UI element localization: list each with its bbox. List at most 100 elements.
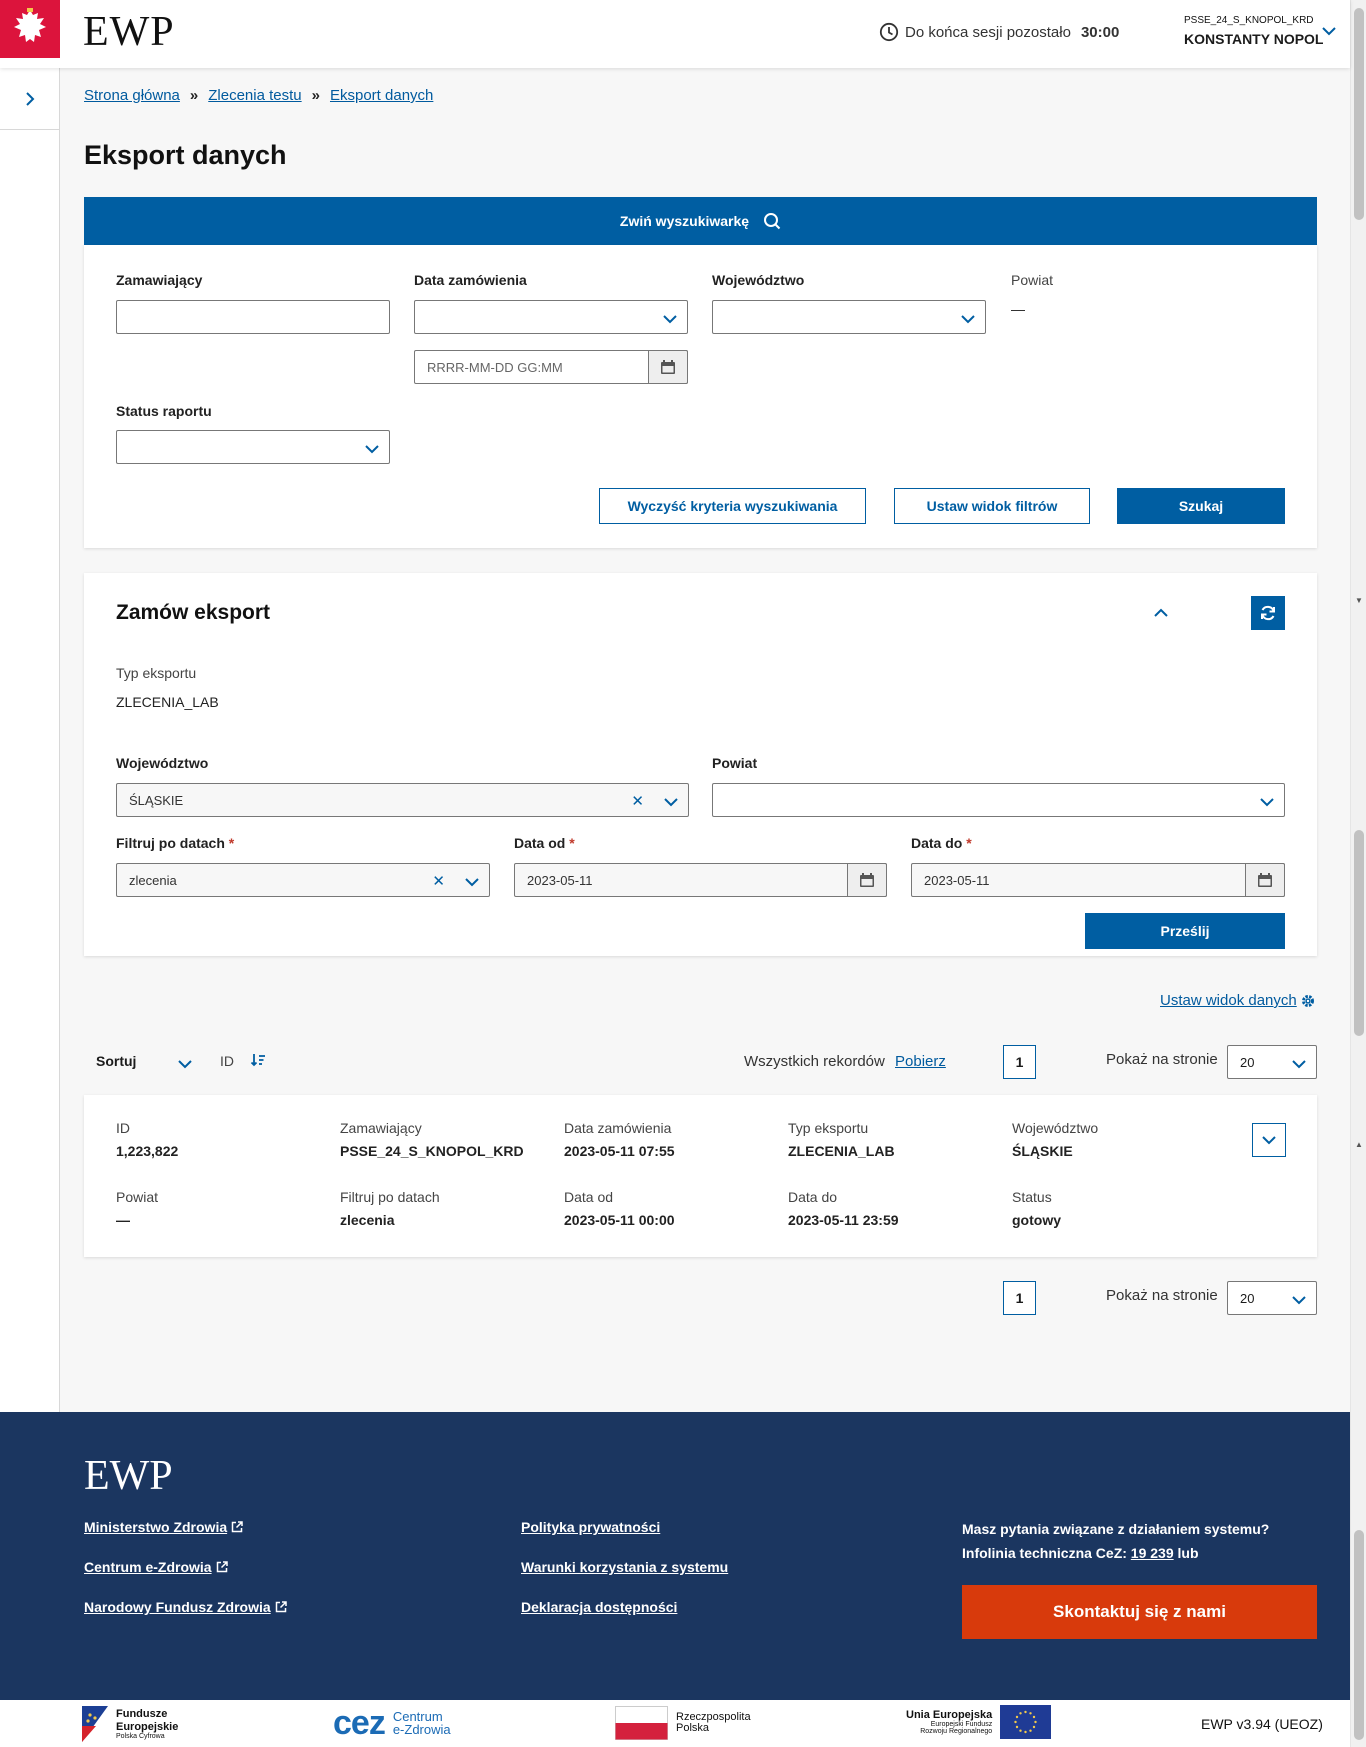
sort-icon[interactable] xyxy=(250,1052,266,1071)
filter-dates-label: Filtruj po datach * xyxy=(116,835,234,851)
hotline-suffix: lub xyxy=(1177,1545,1199,1561)
chevron-down-icon xyxy=(365,441,379,457)
breadcrumb-separator: » xyxy=(189,87,199,104)
sort-label: Sortuj xyxy=(96,1053,137,1069)
record-powiat: — xyxy=(116,1212,130,1228)
link-centrum-e-zdrowia[interactable]: Centrum e-Zdrowia xyxy=(84,1559,228,1575)
eu-sub-2: Rozwoju Regionalnego xyxy=(920,1728,993,1736)
rp-line-2: Polska xyxy=(676,1722,710,1734)
record-zam: PSSE_24_S_KNOPOL_KRD xyxy=(340,1143,524,1159)
chevron-down-icon[interactable] xyxy=(1322,23,1336,39)
session-timer: Do końca sesji pozostało 30:00 xyxy=(879,22,1119,42)
calendar-icon[interactable] xyxy=(847,863,887,897)
link-label: Ministerstwo Zdrowia xyxy=(84,1519,228,1535)
footer: EWP Ministerstwo Zdrowia Centrum e-Zdrow… xyxy=(0,1412,1350,1700)
wojewodztwo-select[interactable] xyxy=(712,300,986,334)
export-type-value: ZLECENIA_LAB xyxy=(116,694,219,710)
record-to: 2023-05-11 23:59 xyxy=(788,1212,899,1228)
cez-logo: cez Centrum e-Zdrowia xyxy=(333,1704,451,1742)
cez-mark: cez xyxy=(333,1704,386,1742)
breadcrumb-orders[interactable]: Zlecenia testu xyxy=(208,87,301,104)
calendar-icon[interactable] xyxy=(1245,863,1285,897)
filter-view-button[interactable]: Ustaw widok filtrów xyxy=(894,488,1090,524)
submit-export-button[interactable]: Prześlij xyxy=(1085,913,1285,949)
date-to-label-text: Data do xyxy=(911,835,963,851)
page-number[interactable]: 1 xyxy=(1003,1045,1036,1079)
record-from: 2023-05-11 00:00 xyxy=(564,1212,675,1228)
cez-line-2: e-Zdrowia xyxy=(392,1722,451,1737)
results-toolbar: Sortuj ID Wszystkich rekordów Pobierz 1 … xyxy=(84,1043,1317,1083)
record-filter-label: Filtruj po datach xyxy=(340,1189,440,1205)
user-menu[interactable]: PSSE_24_S_KNOPOL_KRD KONSTANTY NOPOL xyxy=(1184,15,1324,48)
search-toggle-label: Zwiń wyszukiwarkę xyxy=(619,213,750,229)
breadcrumb-export[interactable]: Eksport danych xyxy=(330,87,433,104)
date-from-input[interactable]: 2023-05-11 xyxy=(514,863,887,897)
chevron-down-icon xyxy=(1262,1136,1276,1145)
date-to-value: 2023-05-11 xyxy=(924,873,990,888)
breadcrumb-home[interactable]: Strona główna xyxy=(84,87,180,104)
data-zamowienia-date-input[interactable]: RRRR-MM-DD GG:MM xyxy=(414,350,688,384)
record-to-label: Data do xyxy=(788,1189,838,1205)
export-wojewodztwo-select[interactable]: ŚLĄSKIE ✕ xyxy=(116,783,689,817)
link-ministerstwo-zdrowia[interactable]: Ministerstwo Zdrowia xyxy=(84,1519,243,1535)
status-raportu-select[interactable] xyxy=(116,430,390,464)
zamawiajacy-input[interactable] xyxy=(116,300,390,334)
search-button[interactable]: Szukaj xyxy=(1117,488,1285,524)
eu-title: Unia Europejska xyxy=(906,1708,993,1721)
download-link[interactable]: Pobierz xyxy=(895,1053,946,1070)
data-zamowienia-select[interactable] xyxy=(414,300,688,334)
scrollbar-thumb[interactable] xyxy=(1354,830,1364,1036)
refresh-button[interactable] xyxy=(1251,596,1285,630)
link-privacy-policy[interactable]: Polityka prywatności xyxy=(521,1519,660,1535)
session-time: 30:00 xyxy=(1080,23,1120,41)
chevron-down-icon xyxy=(1292,1292,1306,1308)
fe-title-2: Europejskie xyxy=(116,1720,179,1733)
scrollbar-thumb[interactable] xyxy=(1354,8,1364,220)
fundusze-europejskie-logo: Fundusze Europejskie Polska Cyfrowa xyxy=(82,1706,178,1742)
close-icon[interactable]: ✕ xyxy=(631,792,644,810)
calendar-icon[interactable] xyxy=(648,350,688,384)
page-scrollbar[interactable]: ▼ ▲ xyxy=(1350,0,1366,1747)
search-toggle-bar[interactable]: Zwiń wyszukiwarkę xyxy=(84,197,1317,245)
expand-record-button[interactable] xyxy=(1252,1123,1286,1157)
breadcrumb-separator: » xyxy=(311,87,320,104)
expand-menu-button[interactable] xyxy=(0,68,59,130)
per-page-select-bottom[interactable]: 20 xyxy=(1227,1281,1317,1315)
link-accessibility[interactable]: Deklaracja dostępności xyxy=(521,1599,677,1615)
filter-dates-label-text: Filtruj po datach xyxy=(116,835,225,851)
support-question: Masz pytania związane z działaniem syste… xyxy=(962,1521,1270,1537)
clear-criteria-button[interactable]: Wyczyść kryteria wyszukiwania xyxy=(599,488,866,524)
search-icon xyxy=(764,213,781,230)
hotline-number[interactable]: 19 239 xyxy=(1131,1545,1174,1561)
date-to-input[interactable]: 2023-05-11 xyxy=(911,863,1285,897)
contact-us-button[interactable]: Skontaktuj się z nami xyxy=(962,1585,1317,1639)
set-data-view-link[interactable]: Ustaw widok danych xyxy=(1160,992,1315,1009)
polish-eagle-emblem xyxy=(0,0,60,58)
footer-logo: EWP xyxy=(84,1453,173,1499)
link-terms[interactable]: Warunki korzystania z systemu xyxy=(521,1559,728,1575)
close-icon[interactable]: ✕ xyxy=(432,872,445,890)
gear-icon xyxy=(1301,994,1314,1007)
chevron-up-icon[interactable] xyxy=(1154,605,1168,621)
app-logo[interactable]: EWP xyxy=(83,8,175,56)
record-woj: ŚLĄSKIE xyxy=(1012,1143,1073,1159)
order-export-panel: Zamów eksport Typ eksportu ZLECENIA_LAB … xyxy=(84,573,1317,956)
external-link-icon xyxy=(216,1561,228,1573)
polish-flag-icon xyxy=(615,1706,668,1740)
sort-dropdown-chevron-down-icon[interactable] xyxy=(178,1056,192,1072)
powiat-label: Powiat xyxy=(1011,272,1054,288)
status-raportu-label: Status raportu xyxy=(116,403,212,419)
scroll-down-arrow-icon[interactable]: ▼ xyxy=(1355,596,1363,605)
export-powiat-select[interactable] xyxy=(712,783,1285,817)
scroll-up-arrow-icon[interactable]: ▲ xyxy=(1355,1140,1363,1149)
link-label: Narodowy Fundusz Zdrowia xyxy=(84,1599,271,1615)
page-number-bottom[interactable]: 1 xyxy=(1003,1281,1036,1315)
fe-sub: Polska Cyfrowa xyxy=(116,1732,165,1740)
filter-dates-select[interactable]: zlecenia ✕ xyxy=(116,863,490,897)
chevron-down-icon xyxy=(961,311,975,327)
scrollbar-thumb[interactable] xyxy=(1354,1530,1364,1740)
record-powiat-label: Powiat xyxy=(116,1189,159,1205)
eu-logo: Unia Europejska Europejski Fundusz Rozwo… xyxy=(906,1705,1052,1739)
link-nfz[interactable]: Narodowy Fundusz Zdrowia xyxy=(84,1599,287,1615)
per-page-select[interactable]: 20 xyxy=(1227,1045,1317,1079)
